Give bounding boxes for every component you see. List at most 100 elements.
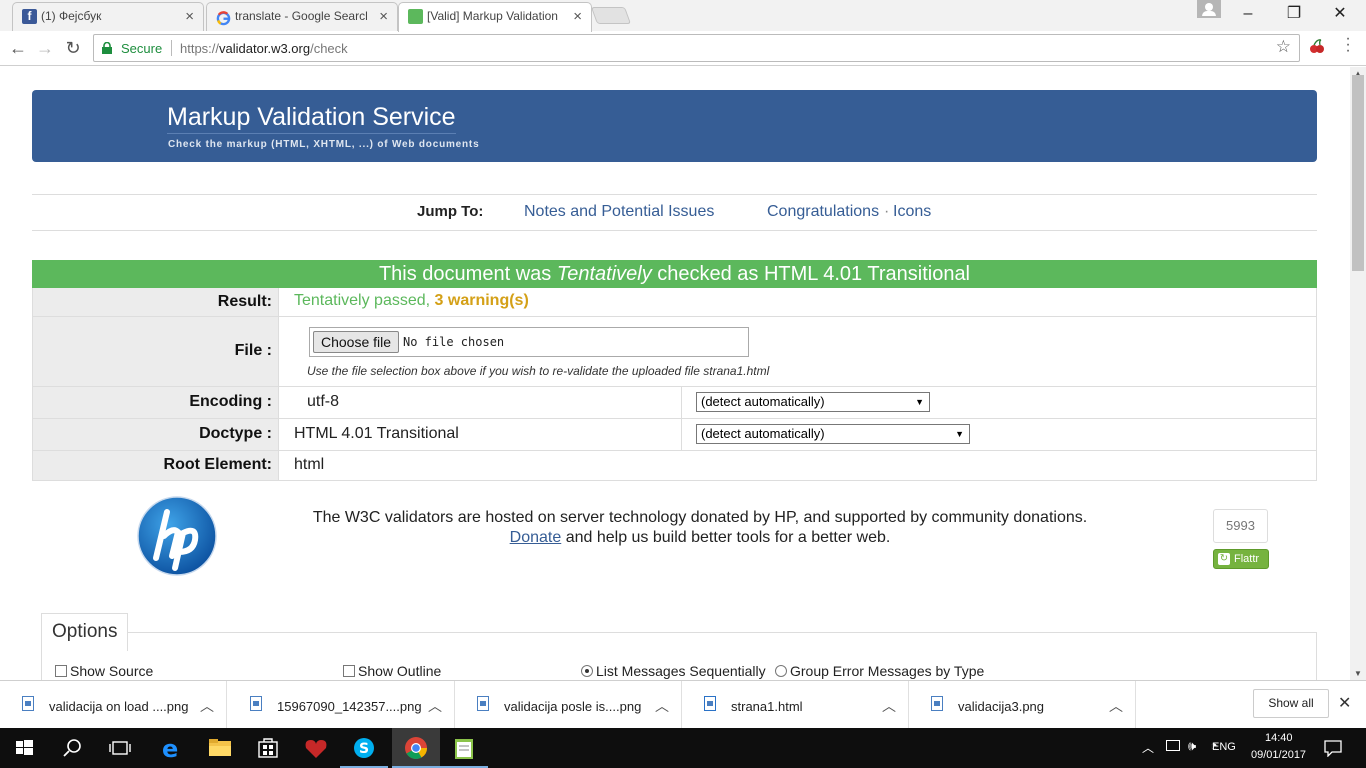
file-label: File : [33,317,279,386]
result-header: This document was Tentatively checked as… [32,260,1317,288]
tab-validator[interactable]: [Valid] Markup Validation Service × [398,2,592,32]
download-item[interactable]: 15967090_142357....png ︿ [228,681,455,729]
flattr-icon: ↻ [1218,553,1230,565]
jump-label: Jump To: [417,203,484,220]
file-input[interactable]: Choose file No file chosen [309,327,749,357]
close-tab-icon[interactable]: × [573,3,582,30]
search-button[interactable] [48,728,96,768]
taskbar-store[interactable] [244,728,292,768]
search-icon [63,739,81,757]
result-header-em: Tentatively [556,263,652,285]
new-tab-button[interactable] [590,7,632,24]
close-shelf-icon[interactable]: ✕ [1338,693,1351,713]
profile-icon[interactable] [1197,0,1221,18]
no-file-text: No file chosen [403,335,505,349]
show-all-button[interactable]: Show all [1253,689,1329,718]
hp-logo[interactable] [137,496,217,576]
list-sequential-label: List Messages Sequentially [596,663,766,679]
group-by-type-option[interactable]: Group Error Messages by Type [775,663,984,679]
close-tab-icon[interactable]: × [185,3,194,30]
file-row: File : Choose file No file chosen Use th… [32,317,1317,387]
show-outline-option[interactable]: Show Outline [343,663,441,679]
close-window-icon[interactable]: ✕ [1317,0,1363,29]
minimize-icon[interactable]: – [1225,0,1271,29]
taskbar-notepad[interactable] [440,728,488,768]
show-source-checkbox[interactable] [55,665,67,677]
doctype-select[interactable]: (detect automatically) ▼ [696,424,970,444]
result-header-post: checked as HTML 4.01 Transitional [651,263,971,285]
show-outline-label: Show Outline [358,663,442,679]
jump-link-icons[interactable]: Icons [893,203,931,221]
chevron-up-icon[interactable]: ︿ [655,696,669,716]
dropdown-arrow-icon: ▼ [915,397,924,407]
notepad-icon [455,739,473,759]
page-scrollbar[interactable]: ▲ ▼ [1350,67,1366,680]
reload-icon[interactable]: ↻ [60,35,86,61]
group-by-type-radio[interactable] [775,665,787,677]
flattr-button[interactable]: ↻ Flattr [1213,549,1269,569]
skype-icon: S [354,738,374,758]
download-item[interactable]: validacija posle is....png ︿ [455,681,682,729]
chevron-up-icon[interactable]: ︿ [1109,696,1123,716]
close-tab-icon[interactable]: × [379,3,388,30]
language-indicator[interactable]: ENG [1212,741,1236,753]
browser-toolbar: ← → ↻ Secure https://validator.w3.org/ch… [0,31,1366,66]
clock-date[interactable]: 09/01/2017 [1251,749,1306,761]
result-warnings[interactable]: 3 warning(s) [435,292,529,309]
donation-line-1: The W3C validators are hosted on server … [312,509,1088,526]
bookmark-star-icon[interactable]: ☆ [1276,37,1291,57]
start-button[interactable] [0,728,48,768]
forward-icon[interactable]: → [32,35,58,61]
jump-link-congratulations[interactable]: Congratulations [767,203,879,221]
download-name: validacija on load ....png [49,699,189,714]
taskbar-app-red[interactable] [292,728,340,768]
encoding-select[interactable]: (detect automatically) ▼ [696,392,930,412]
chevron-up-icon[interactable]: ︿ [882,696,896,716]
choose-file-button[interactable]: Choose file [313,331,400,353]
donation-text: The W3C validators are hosted on server … [250,508,1150,548]
red-app-icon [305,740,327,758]
chevron-up-icon[interactable]: ︿ [1142,739,1154,756]
chrome-menu-icon[interactable]: · · · [1342,31,1354,59]
address-bar[interactable]: Secure https://validator.w3.org/check ☆ [93,34,1300,62]
svg-text:S: S [359,741,369,757]
edge-icon: e [162,735,178,763]
donation-line-2-rest: and help us build better tools for a bet… [561,529,891,546]
download-name: validacija posle is....png [504,699,642,714]
url-text[interactable]: https://validator.w3.org/check [180,41,348,56]
show-source-option[interactable]: Show Source [55,663,153,679]
tab-strip: f (1) Фејсбук × translate - Google Searc… [0,0,1366,32]
scrollbar-thumb[interactable] [1352,75,1364,271]
restore-icon[interactable]: ❐ [1271,0,1317,29]
show-outline-checkbox[interactable] [343,665,355,677]
taskbar-edge[interactable]: e [148,728,196,768]
download-item[interactable]: strana1.html ︿ [682,681,909,729]
back-icon[interactable]: ← [5,35,31,61]
speaker-icon[interactable]: 🕪 [1188,738,1196,754]
chevron-up-icon[interactable]: ︿ [428,696,442,716]
list-sequential-option[interactable]: List Messages Sequentially [581,663,766,679]
task-view-button[interactable] [96,728,144,768]
taskbar-chrome[interactable] [392,728,440,768]
chevron-up-icon[interactable]: ︿ [200,696,214,716]
taskbar-file-explorer[interactable] [196,728,244,768]
donate-link[interactable]: Donate [510,529,562,546]
tab-title: translate - Google Search [235,9,367,23]
folder-icon [209,739,231,756]
banner-title[interactable]: Markup Validation Service [167,103,456,134]
clock-time[interactable]: 14:40 [1265,732,1293,744]
tab-facebook[interactable]: f (1) Фејсбук × [12,2,204,31]
battery-icon[interactable] [1166,740,1180,751]
download-item[interactable]: validacija on load ....png ︿ [0,681,227,729]
download-item[interactable]: validacija3.png ︿ [909,681,1136,729]
tab-google-search[interactable]: translate - Google Search × [206,2,398,31]
facebook-icon: f [22,9,37,24]
options-title[interactable]: Options [41,613,129,651]
notifications-icon[interactable] [1323,739,1343,757]
list-sequential-radio[interactable] [581,665,593,677]
jump-link-notes[interactable]: Notes and Potential Issues [524,203,714,221]
scroll-down-icon[interactable]: ▼ [1354,669,1362,678]
cherry-extension-icon[interactable] [1309,38,1325,54]
google-icon [216,9,231,26]
taskbar-skype[interactable]: S [340,728,388,768]
